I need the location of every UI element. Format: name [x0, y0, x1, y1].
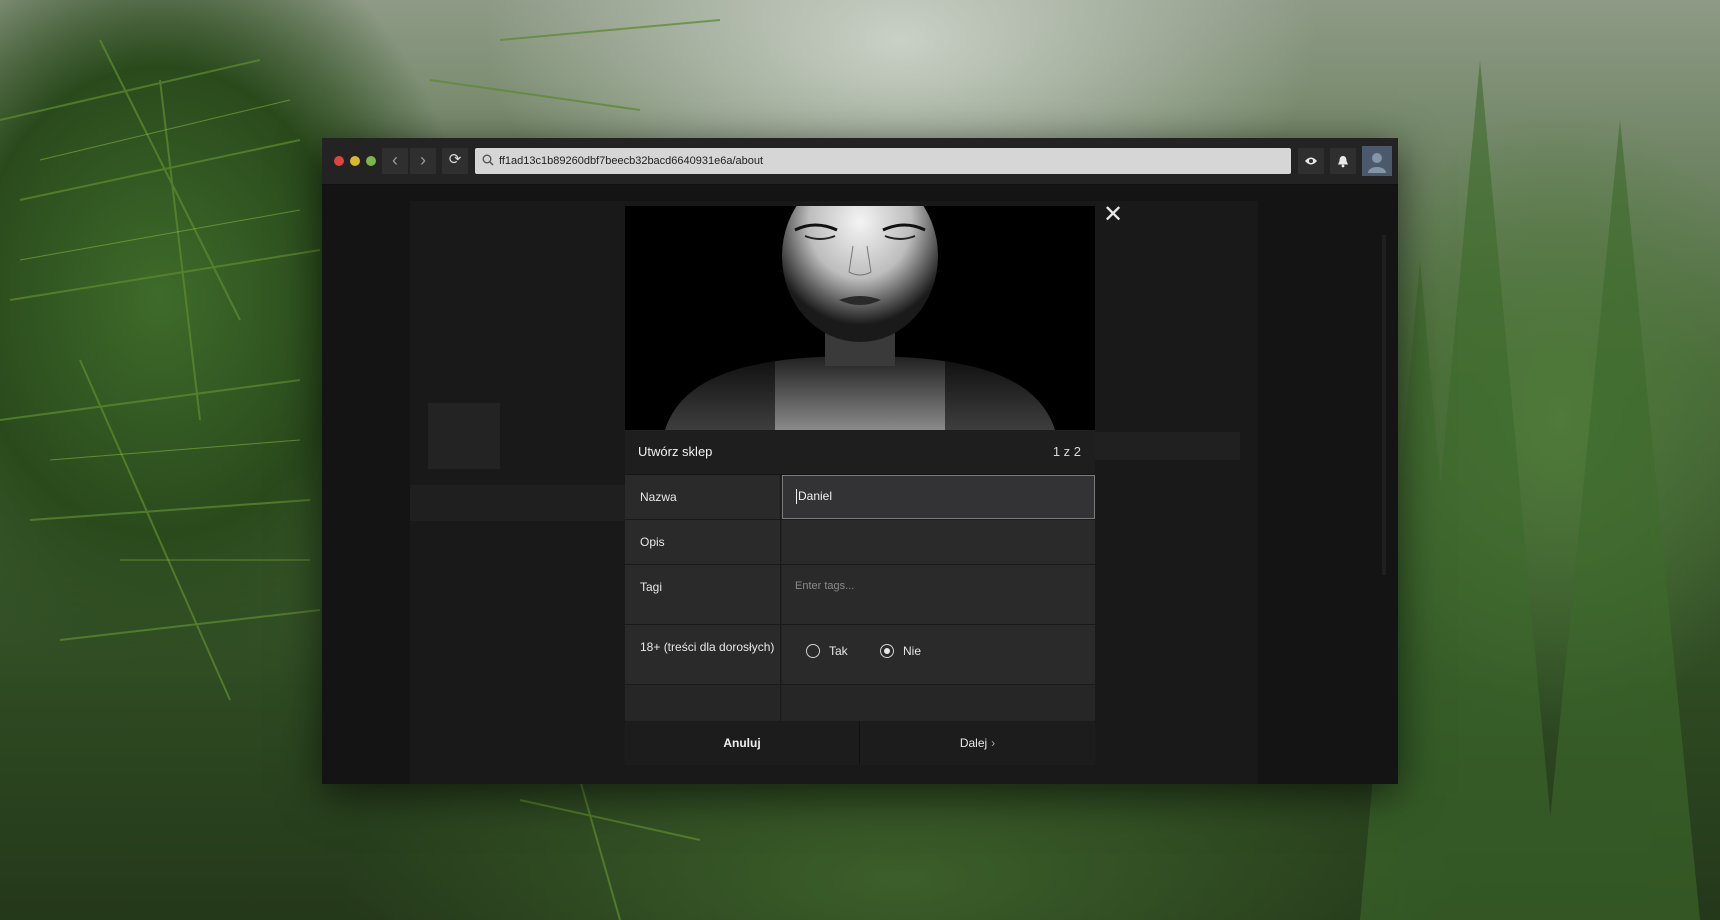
address-text: ff1ad13c1b89260dbf7beecb32bacd6640931e6a…: [499, 155, 764, 167]
eye-icon: [1305, 157, 1317, 165]
portrait-image: [625, 206, 1095, 430]
radio-yes-label: Tak: [829, 644, 848, 658]
radio-yes[interactable]: Tak: [806, 644, 848, 658]
create-store-modal: Utwórz sklep 1 z 2 Nazwa Daniel Opis Tag…: [625, 206, 1095, 765]
form-spacer-row: [625, 685, 1095, 722]
description-row: Opis: [625, 520, 1095, 565]
name-row: Nazwa Daniel: [625, 475, 1095, 520]
tags-row: Tagi Enter tags...: [625, 565, 1095, 625]
radio-no-label: Nie: [903, 644, 922, 658]
reload-icon: ⟳: [448, 151, 462, 168]
modal-header: Utwórz sklep 1 z 2: [625, 430, 1095, 475]
address-bar[interactable]: ff1ad13c1b89260dbf7beecb32bacd6640931e6a…: [475, 148, 1291, 174]
reload-button[interactable]: ⟳: [442, 148, 468, 174]
cancel-button-label: Anuluj: [723, 736, 761, 750]
close-modal-button[interactable]: ✕: [1103, 203, 1123, 227]
back-arrow-icon: ‹: [392, 150, 398, 170]
background-tab-about: [410, 485, 544, 521]
maximize-window-button[interactable]: [366, 156, 376, 166]
modal-title: Utwórz sklep: [638, 444, 713, 459]
name-field[interactable]: Daniel: [782, 475, 1095, 519]
radio-yes-circle: [806, 644, 820, 658]
back-button[interactable]: ‹: [382, 148, 408, 174]
background-profile-avatar: [428, 403, 500, 469]
spacer-right: [782, 685, 1095, 721]
cancel-button[interactable]: Anuluj: [625, 721, 860, 765]
adult-content-label: 18+ (treści dla dorosłych): [625, 625, 781, 684]
spacer-left: [625, 685, 781, 721]
tags-label: Tagi: [625, 565, 781, 624]
minimize-window-button[interactable]: [350, 156, 360, 166]
description-field[interactable]: [782, 520, 1095, 564]
avatar-icon: [1368, 153, 1386, 173]
tags-placeholder: Enter tags...: [795, 580, 855, 592]
close-icon: ✕: [1103, 201, 1124, 228]
view-button[interactable]: [1298, 148, 1324, 174]
forward-arrow-icon: ›: [420, 150, 426, 170]
user-avatar[interactable]: [1362, 146, 1392, 176]
description-label: Opis: [625, 520, 781, 564]
header-photo: [625, 206, 1095, 430]
tags-input[interactable]: Enter tags...: [782, 565, 1095, 624]
adult-content-row: 18+ (treści dla dorosłych) Tak Nie: [625, 625, 1095, 685]
search-icon: [482, 154, 494, 166]
modal-footer: Anuluj Dalej ›: [625, 721, 1095, 765]
browser-titlebar: ‹ › ⟳ ff1ad13c1b89260dbf7beecb32bacd6640…: [322, 138, 1398, 185]
chevron-right-icon: ›: [991, 736, 996, 750]
close-window-button[interactable]: [334, 156, 344, 166]
name-label: Nazwa: [625, 475, 781, 519]
name-input-value: Daniel: [796, 489, 833, 504]
radio-no[interactable]: Nie: [880, 644, 921, 658]
next-button-label: Dalej: [959, 736, 988, 750]
radio-no-circle-selected: [880, 644, 894, 658]
step-indicator: 1 z 2: [1052, 444, 1081, 459]
adult-content-options: Tak Nie: [782, 625, 1095, 684]
notifications-button[interactable]: [1330, 148, 1356, 174]
background-scrollbar: [1382, 235, 1386, 575]
background-button-follow: [1132, 432, 1222, 460]
bell-icon: [1338, 155, 1348, 167]
forward-button[interactable]: ›: [410, 148, 436, 174]
background-button-more: [1212, 432, 1240, 460]
next-button[interactable]: Dalej ›: [860, 721, 1095, 765]
